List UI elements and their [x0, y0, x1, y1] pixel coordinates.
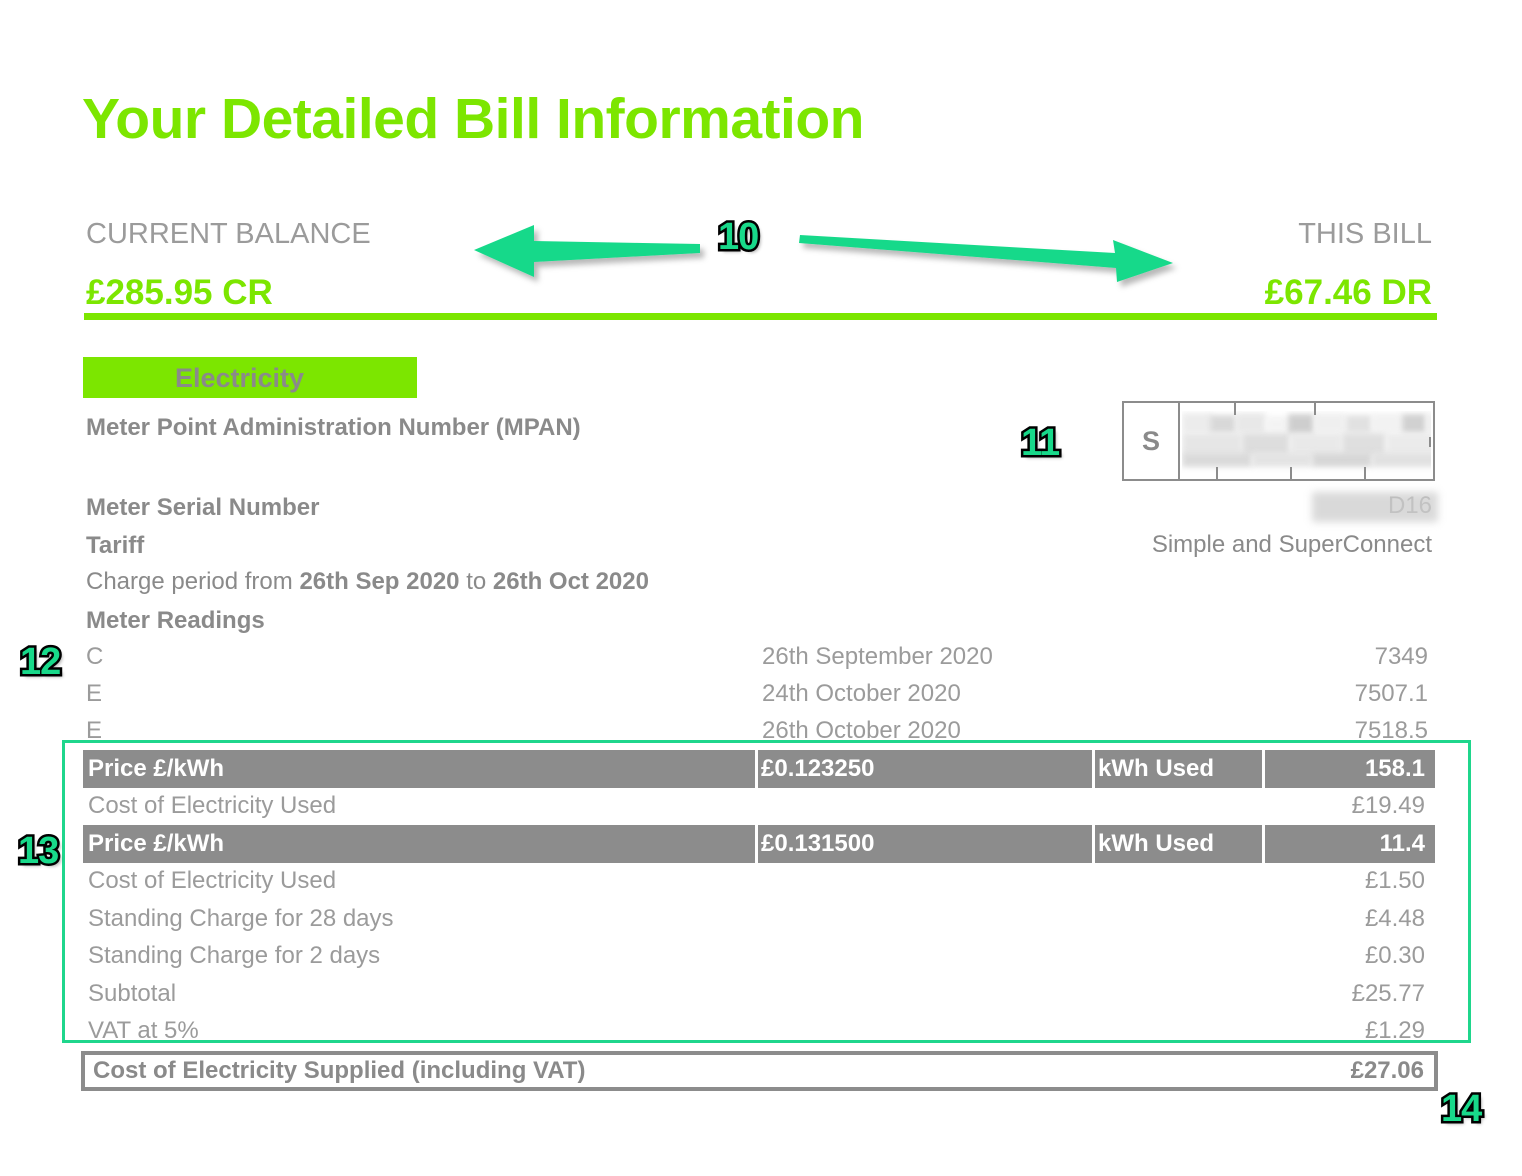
- annotation-marker-10: 10: [715, 214, 761, 261]
- meter-reading-row: E 26th October 2020 7518.5: [0, 717, 1522, 754]
- meter-reading-type: C: [86, 643, 104, 670]
- meter-serial-label: Meter Serial Number: [86, 494, 320, 521]
- charge-line-label: Standing Charge for 28 days: [88, 904, 394, 932]
- meter-readings-label: Meter Readings: [86, 607, 265, 634]
- charge-price-value: £0.123250: [761, 754, 875, 782]
- charge-price-label: Price £/kWh: [88, 829, 225, 857]
- annotation-marker-12: 12: [17, 639, 63, 686]
- charge-line-amount: £19.49: [1351, 792, 1425, 820]
- charge-kwh-value: 158.1: [1364, 754, 1425, 782]
- charge-line-label: Standing Charge for 2 days: [88, 942, 381, 970]
- charge-line-label: Cost of Electricity Used: [88, 867, 337, 895]
- charge-kwh-label: kWh Used: [1098, 829, 1215, 857]
- charge-header-row: Price £/kWh £0.131500 kWh Used 11.4: [83, 825, 1435, 863]
- meter-reading-date: 26th October 2020: [762, 717, 961, 744]
- meter-reading-type: E: [86, 717, 103, 744]
- tariff-label: Tariff: [86, 532, 145, 559]
- annotation-marker-11: 11: [1018, 420, 1062, 467]
- charge-line-label: Cost of Electricity Used: [88, 792, 337, 820]
- tariff-value: Simple and SuperConnect: [1151, 531, 1432, 558]
- total-row: Cost of Electricity Supplied (including …: [81, 1051, 1438, 1091]
- charge-line-amount: £4.48: [1364, 904, 1425, 932]
- electricity-band-label: Electricity: [175, 363, 305, 393]
- annotation-marker-14: 14: [1438, 1086, 1484, 1133]
- charge-line-label: Subtotal: [88, 979, 177, 1007]
- charge-line-label: VAT at 5%: [88, 1017, 199, 1045]
- charge-period-from: 26th Sep 2020: [299, 568, 460, 595]
- charge-row: Subtotal £25.77: [83, 975, 1435, 1013]
- charge-period-prefix: Charge period from: [86, 568, 300, 595]
- charge-header-row: Price £/kWh £0.123250 kWh Used 158.1: [83, 750, 1435, 788]
- meter-reading-date: 24th October 2020: [762, 680, 961, 707]
- charge-line-amount: £1.50: [1364, 867, 1425, 895]
- meter-reading-row: E 24th October 2020 7507.1: [0, 680, 1522, 717]
- charge-line-amount: £1.29: [1364, 1017, 1425, 1045]
- current-balance-label: CURRENT BALANCE: [86, 218, 371, 250]
- arrow-right-icon: [799, 235, 1173, 282]
- charge-line-amount: £0.30: [1364, 942, 1425, 970]
- meter-reading-value: 7507.1: [1354, 680, 1428, 707]
- meter-reading-date: 26th September 2020: [762, 643, 993, 670]
- charge-period-to: 26th Oct 2020: [492, 568, 649, 595]
- charge-kwh-label: kWh Used: [1098, 754, 1215, 782]
- mpan-prefix-cell: S: [1124, 403, 1180, 479]
- charge-price-value: £0.131500: [761, 829, 875, 857]
- arrow-left-icon: [474, 225, 700, 277]
- annotation-marker-13: 13: [15, 828, 61, 875]
- meter-reading-row: C 26th September 2020 7349: [0, 643, 1522, 680]
- mpan-redacted-digits: [1182, 411, 1431, 473]
- mpan-box: S: [1122, 401, 1435, 481]
- this-bill-amount: £67.46 DR: [1264, 273, 1432, 312]
- charge-line-amount: £25.77: [1351, 979, 1425, 1007]
- charge-price-label: Price £/kWh: [88, 754, 225, 782]
- charge-row: Cost of Electricity Used £1.50: [83, 863, 1435, 901]
- meter-reading-value: 7518.5: [1354, 717, 1428, 744]
- meter-reading-type: E: [86, 680, 103, 707]
- charges-table: Price £/kWh £0.123250 kWh Used 158.1 Cost of…: [83, 750, 1435, 1050]
- current-balance-amount: £285.95 CR: [86, 273, 273, 312]
- charge-row: Standing Charge for 2 days £0.30: [83, 938, 1435, 976]
- total-label: Cost of Electricity Supplied (including …: [93, 1057, 586, 1084]
- bill-page: Your Detailed Bill Information CURRENT B…: [0, 0, 1522, 1176]
- balance-divider: [84, 313, 1437, 320]
- charge-row: Standing Charge for 28 days £4.48: [83, 900, 1435, 938]
- mpan-label: Meter Point Administration Number (MPAN): [86, 414, 581, 441]
- charge-row: Cost of Electricity Used £19.49: [83, 788, 1435, 826]
- meter-reading-value: 7349: [1374, 643, 1428, 670]
- charge-period: Charge period from 26th Sep 2020 to 26th…: [86, 568, 649, 596]
- page-title: Your Detailed Bill Information: [82, 87, 865, 151]
- charge-row: VAT at 5% £1.29: [83, 1013, 1435, 1051]
- charge-kwh-value: 11.4: [1379, 829, 1425, 857]
- meter-serial-redacted: [1312, 492, 1438, 522]
- charge-period-mid: to: [459, 568, 493, 595]
- total-amount: £27.06: [1350, 1057, 1424, 1084]
- this-bill-label: THIS BILL: [1298, 218, 1432, 250]
